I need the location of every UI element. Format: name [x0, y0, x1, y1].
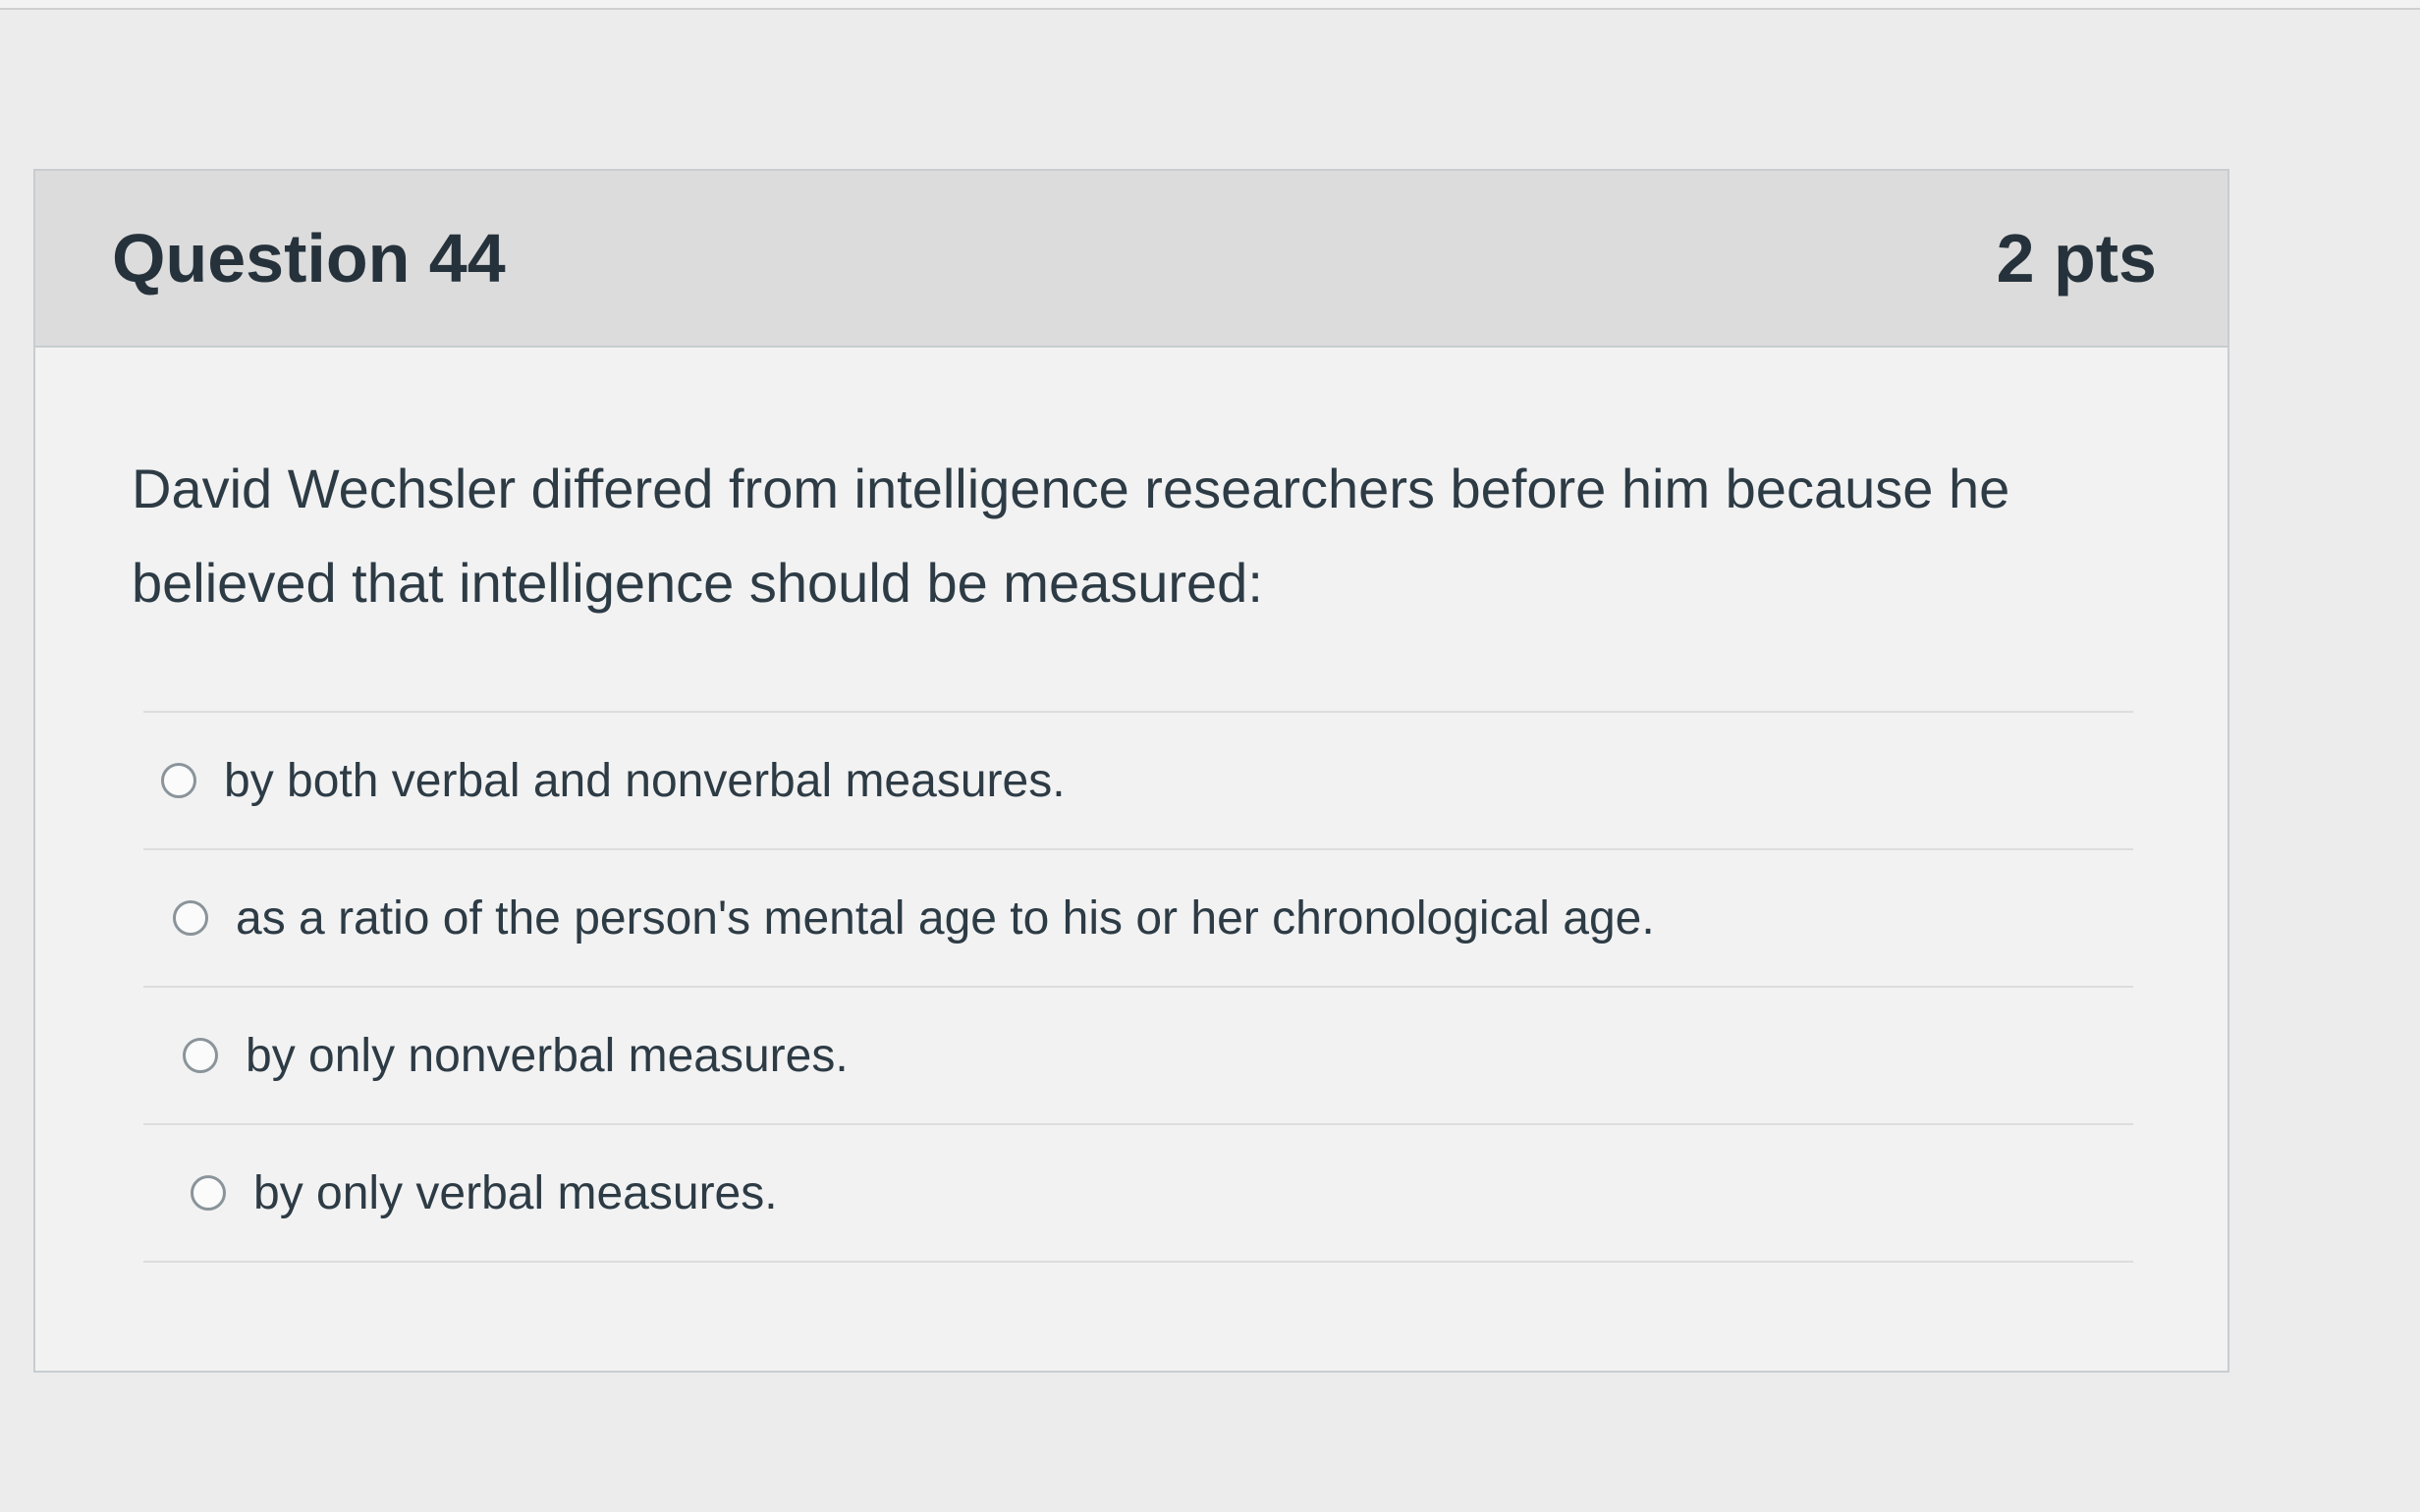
- quiz-question-card: Question 44 2 pts David Wechsler differe…: [33, 169, 2229, 1373]
- answer-label: by only verbal measures.: [253, 1166, 778, 1219]
- radio-button[interactable]: [173, 900, 208, 936]
- answer-options: by both verbal and nonverbal measures. a…: [143, 711, 2133, 1263]
- answer-label: by only nonverbal measures.: [246, 1029, 849, 1082]
- answer-option-nonverbal[interactable]: by only nonverbal measures.: [143, 988, 2133, 1125]
- radio-button[interactable]: [183, 1038, 218, 1073]
- answer-option-ratio[interactable]: as a ratio of the person's mental age to…: [143, 850, 2133, 988]
- answer-label: by both verbal and nonverbal measures.: [224, 754, 1066, 807]
- question-title: Question 44: [112, 220, 506, 297]
- answer-option-verbal[interactable]: by only verbal measures.: [143, 1125, 2133, 1263]
- radio-button[interactable]: [191, 1175, 226, 1211]
- answer-label: as a ratio of the person's mental age to…: [236, 891, 1655, 945]
- question-header: Question 44 2 pts: [35, 171, 2228, 348]
- radio-button[interactable]: [161, 763, 196, 798]
- question-text: David Wechsler differed from intelligenc…: [132, 458, 2010, 614]
- top-border-strip: [0, 0, 2420, 10]
- question-points: 2 pts: [1996, 220, 2157, 297]
- question-body: David Wechsler differed from intelligenc…: [35, 348, 2228, 1263]
- answer-option-both-measures[interactable]: by both verbal and nonverbal measures.: [143, 713, 2133, 850]
